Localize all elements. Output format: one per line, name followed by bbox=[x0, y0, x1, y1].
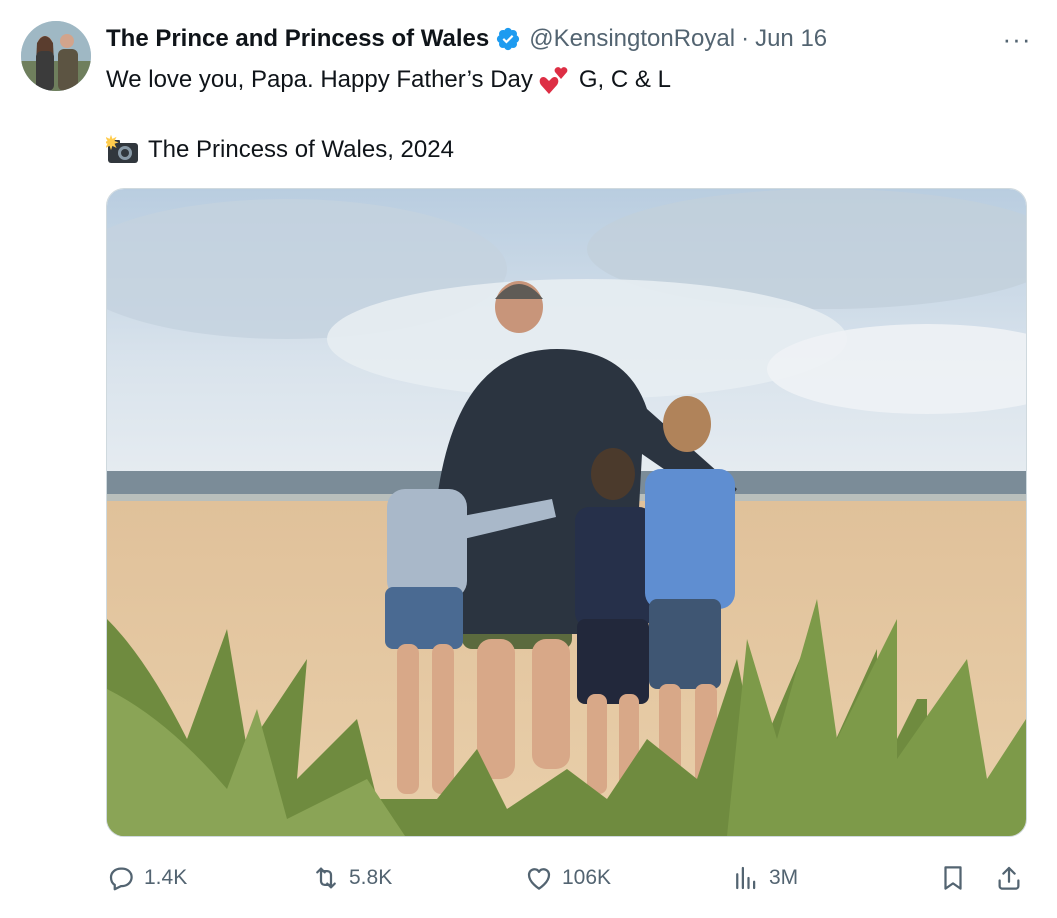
avatar[interactable] bbox=[21, 21, 91, 91]
reply-count: 1.4K bbox=[144, 866, 188, 889]
tweet-photo[interactable] bbox=[106, 188, 1027, 837]
two-hearts-emoji bbox=[539, 65, 573, 95]
reply-icon bbox=[109, 867, 133, 891]
author-handle[interactable]: @KensingtonRoyal bbox=[529, 25, 735, 53]
author-name[interactable]: The Prince and Princess of Wales bbox=[106, 25, 489, 53]
share-button[interactable] bbox=[994, 858, 1024, 898]
reply-button[interactable]: 1.4K bbox=[106, 858, 187, 898]
like-button[interactable]: 106K bbox=[524, 858, 611, 898]
tweet-actions: 1.4K 5.8K 106K 3M bbox=[106, 858, 1031, 898]
like-count: 106K bbox=[562, 866, 612, 889]
heart-icon bbox=[527, 868, 551, 890]
share-icon bbox=[998, 866, 1020, 890]
view-count: 3M bbox=[769, 866, 799, 889]
tweet-text-line-1: We love you, Papa. Happy Father’s Day G,… bbox=[106, 62, 671, 98]
repost-count: 5.8K bbox=[349, 866, 393, 889]
bookmark-icon bbox=[944, 866, 962, 890]
analytics-icon bbox=[736, 866, 756, 890]
more-options-icon[interactable]: ··· bbox=[997, 22, 1037, 56]
tweet-text-main: We love you, Papa. Happy Father’s Day bbox=[106, 66, 533, 93]
views-button[interactable]: 3M bbox=[731, 858, 798, 898]
repost-icon bbox=[316, 867, 336, 889]
tweet-text-credit: The Princess of Wales, 2024 bbox=[148, 136, 454, 163]
tweet-text-line-2: The Princess of Wales, 2024 bbox=[106, 132, 454, 168]
tweet-card[interactable]: The Prince and Princess of Wales @Kensin… bbox=[0, 0, 1057, 918]
camera-flash-emoji bbox=[106, 135, 140, 165]
tweet-date[interactable]: Jun 16 bbox=[755, 25, 827, 53]
bookmark-button[interactable] bbox=[938, 858, 968, 898]
verified-badge-icon[interactable] bbox=[495, 26, 521, 52]
tweet-text-signature: G, C & L bbox=[578, 66, 671, 93]
header-separator: · bbox=[741, 25, 750, 52]
tweet-header: The Prince and Princess of Wales @Kensin… bbox=[106, 22, 1037, 56]
repost-button[interactable]: 5.8K bbox=[311, 858, 392, 898]
